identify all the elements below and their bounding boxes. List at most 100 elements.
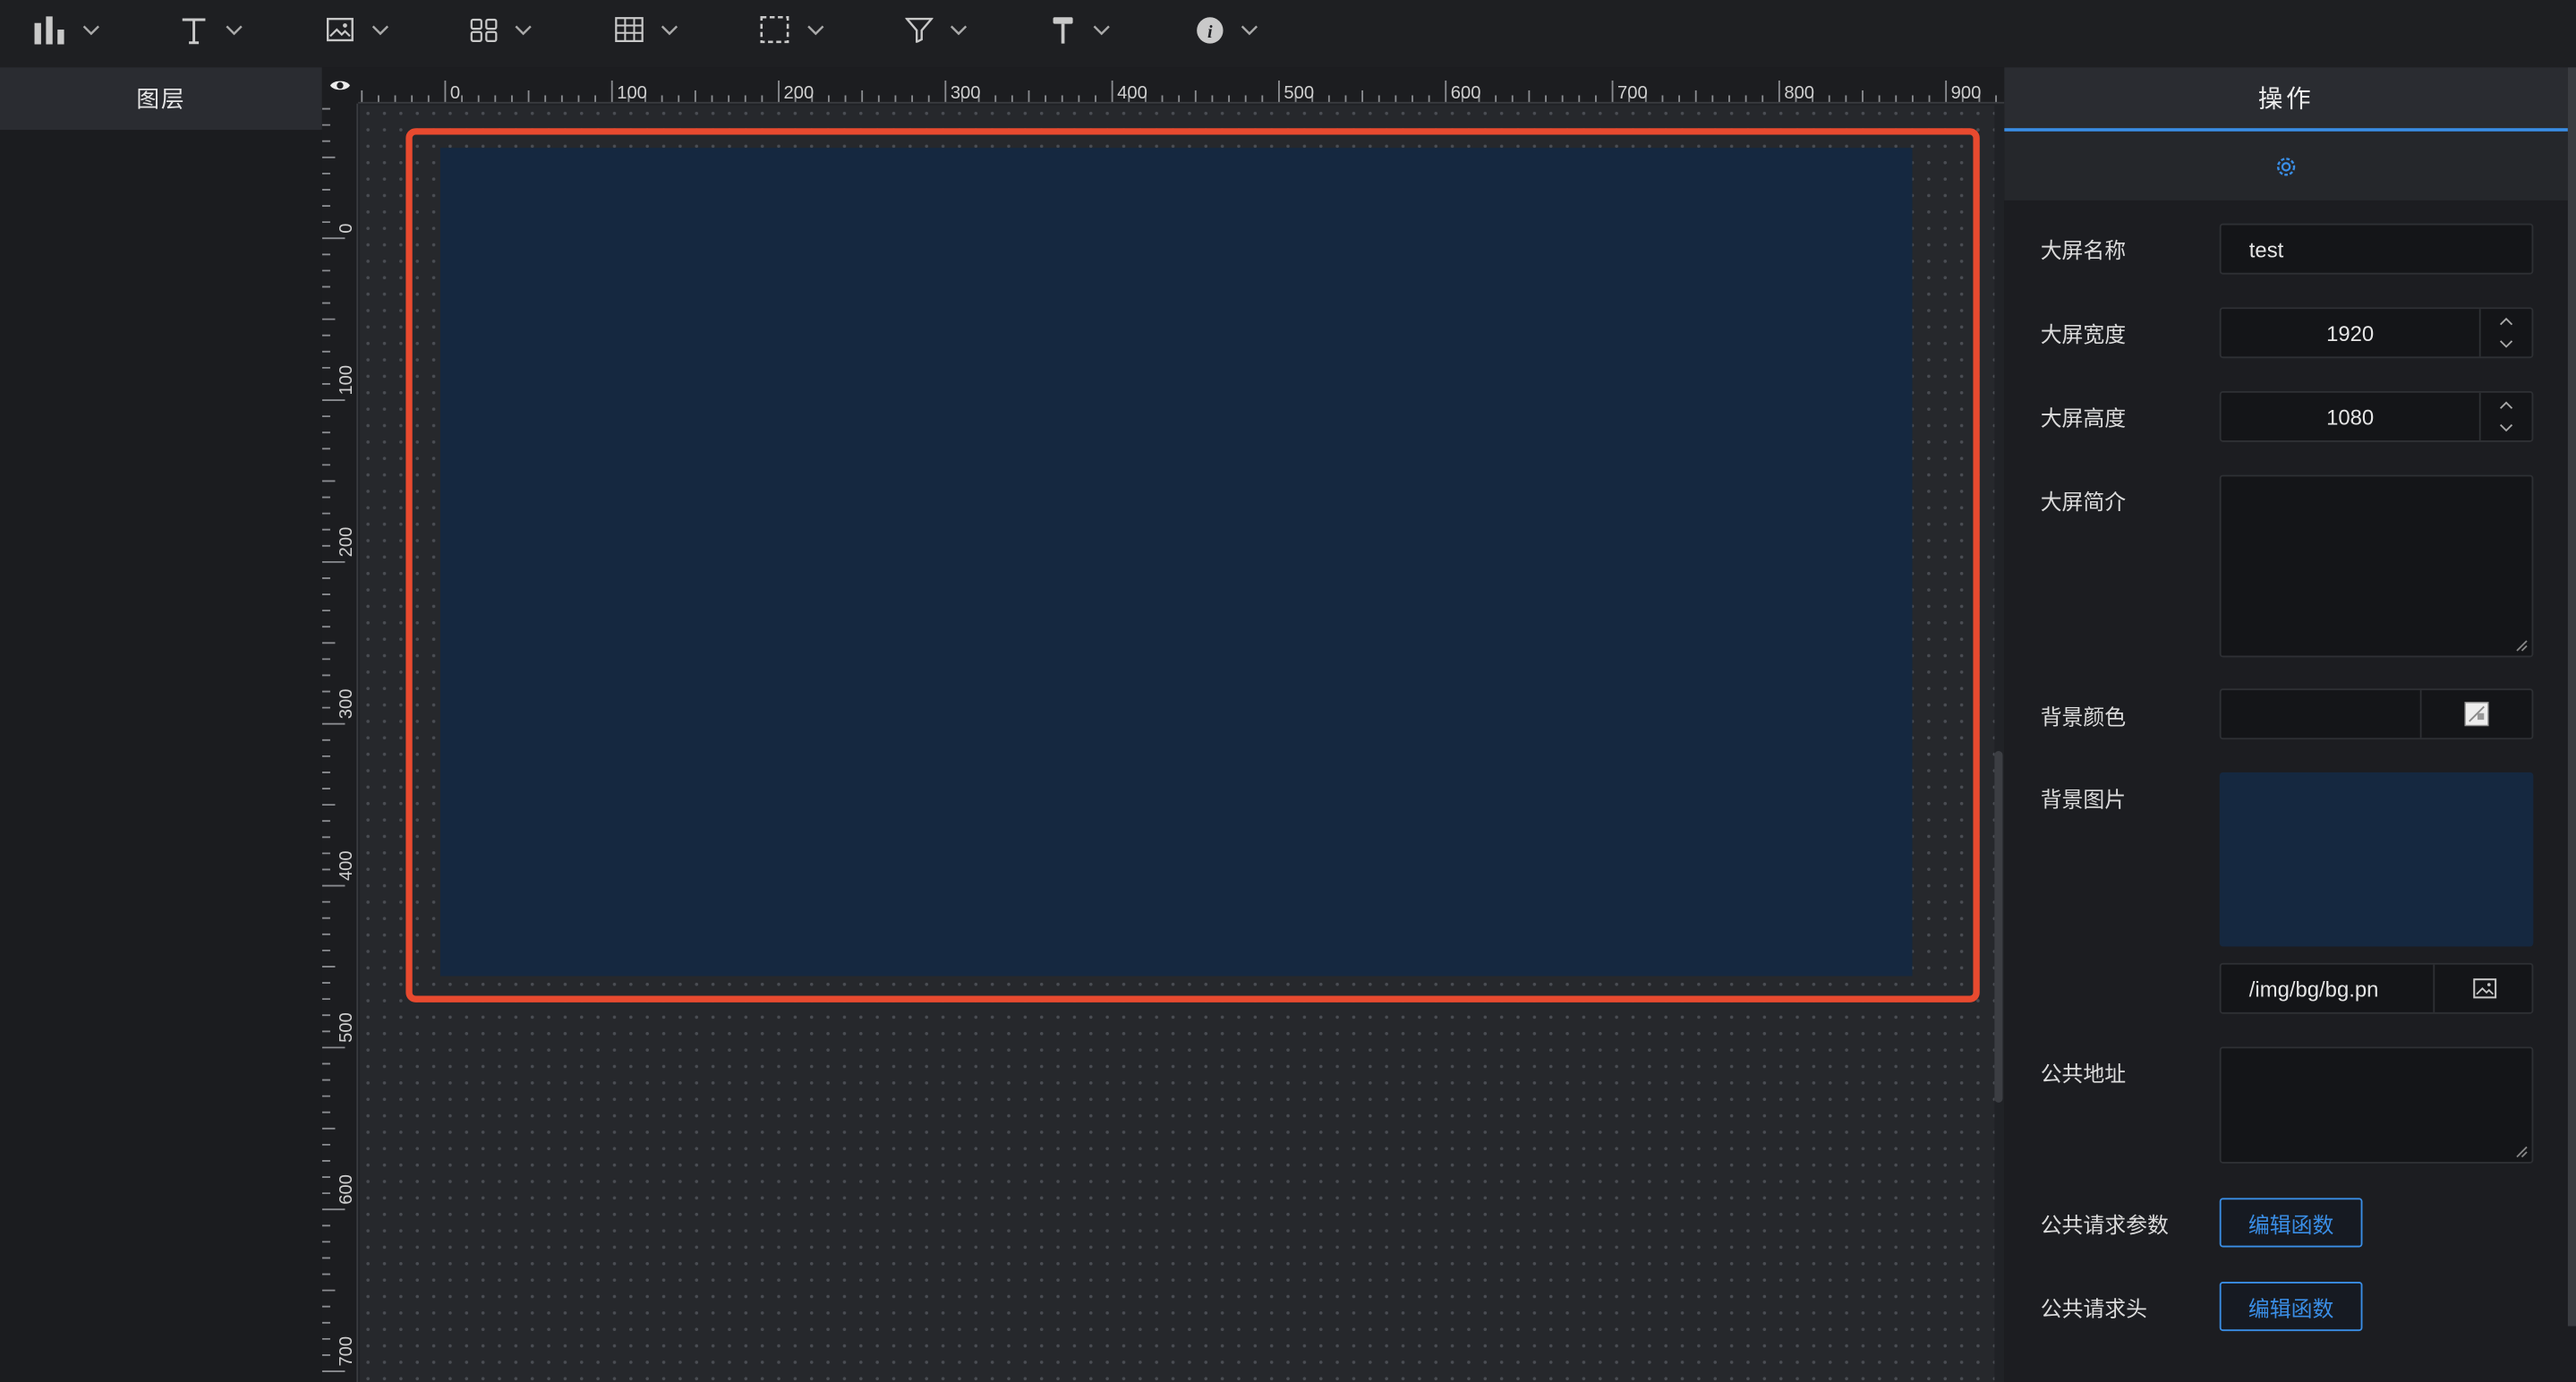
bg-image-label: 背景图片	[2040, 787, 2127, 812]
ruler-label: 500	[337, 1012, 356, 1043]
chevron-down-icon	[2499, 340, 2513, 349]
eye-toggle[interactable]	[321, 67, 359, 104]
text-tool[interactable]	[179, 0, 243, 59]
border-tool[interactable]	[759, 0, 824, 59]
bg-image-path-value: /img/bg/bg.pn	[2248, 976, 2379, 1002]
grid-icon	[470, 18, 498, 42]
screen-selection-frame[interactable]	[405, 128, 1980, 1002]
chevron-down-icon	[1093, 24, 1110, 35]
ruler-label: 400	[1117, 83, 1147, 103]
dashed-box-icon	[760, 15, 789, 44]
operations-panel: 操作 大屏名称 test 大屏宽度 1920 大屏高度 1080 大屏简介 背景…	[2004, 67, 2576, 1382]
table-tool[interactable]	[614, 0, 678, 59]
screen-width-label: 大屏宽度	[2040, 321, 2127, 347]
app-root: i 图层 0 100 200 300 400 500 600 700 800 900 0 100 20…	[0, 0, 2576, 1382]
ruler-label: 900	[1951, 83, 1982, 103]
resize-grip-icon[interactable]	[2515, 1146, 2529, 1159]
widget-tool[interactable]	[470, 0, 533, 59]
chart-tool[interactable]	[33, 0, 100, 59]
canvas-scrollbar[interactable]	[1994, 751, 2003, 1103]
chevron-down-icon	[2499, 424, 2513, 432]
color-picker-button[interactable]	[2464, 702, 2489, 735]
public-url-textarea[interactable]	[2219, 1046, 2534, 1164]
height-increase-button[interactable]	[2481, 393, 2532, 417]
request-params-label: 公共请求参数	[2040, 1212, 2169, 1238]
image-select-button[interactable]	[2472, 977, 2497, 1007]
ruler-label: 400	[337, 850, 356, 881]
ops-scrollbar[interactable]	[2567, 67, 2576, 1327]
ruler-label: 500	[1284, 83, 1314, 103]
text-icon	[182, 18, 206, 45]
chevron-down-icon	[1241, 24, 1258, 35]
request-header-label: 公共请求头	[2040, 1296, 2148, 1322]
horizontal-ruler[interactable]: 0 100 200 300 400 500 600 700 800 900	[358, 67, 2005, 104]
ruler-label: 0	[450, 83, 460, 103]
bg-color-label: 背景颜色	[2040, 704, 2127, 730]
table-icon	[615, 17, 644, 42]
canvas-area: 0 100 200 300 400 500 600 700 800 900 0 100 200 300 4…	[321, 67, 2005, 1382]
ruler-label: 600	[1451, 83, 1481, 103]
width-increase-button[interactable]	[2481, 309, 2532, 333]
screen-height-input[interactable]: 1080	[2219, 390, 2534, 442]
ruler-label: 700	[1617, 83, 1648, 103]
height-decrease-button[interactable]	[2481, 416, 2532, 440]
chevron-down-icon	[515, 24, 532, 35]
chevron-down-icon	[82, 24, 99, 35]
screen-height-value: 1080	[2326, 404, 2375, 430]
public-url-label: 公共地址	[2040, 1061, 2127, 1087]
color-swatch-icon	[2464, 702, 2489, 727]
vertical-ruler[interactable]: 0 100 200 300 400 500 600 700	[321, 103, 359, 1382]
screen-name-value: test	[2248, 236, 2284, 261]
screen-name-input[interactable]: test	[2219, 223, 2534, 275]
width-stepper	[2478, 309, 2532, 357]
screen-intro-textarea[interactable]	[2219, 474, 2534, 658]
height-stepper	[2478, 392, 2532, 441]
ruler-label: 200	[337, 527, 356, 558]
layers-panel-title: 图层	[0, 67, 322, 131]
bg-image-preview[interactable]	[2219, 772, 2534, 947]
chevron-down-icon	[661, 24, 678, 35]
screen-intro-label: 大屏简介	[2040, 490, 2127, 515]
ruler-label: 700	[337, 1336, 356, 1367]
chevron-down-icon	[950, 24, 968, 35]
edit-header-button[interactable]: 编辑函数	[2219, 1282, 2363, 1332]
screen-height-label: 大屏高度	[2040, 405, 2127, 431]
bg-image-path-input[interactable]: /img/bg/bg.pn	[2219, 962, 2534, 1014]
settings-tab[interactable]	[2004, 131, 2568, 200]
filter-tool[interactable]	[905, 0, 968, 59]
chevron-up-icon	[2499, 317, 2513, 325]
screen-name-label: 大屏名称	[2040, 238, 2127, 263]
image-icon	[326, 17, 354, 42]
design-stage[interactable]	[359, 105, 1995, 1382]
svg-text:i: i	[1207, 21, 1213, 41]
width-decrease-button[interactable]	[2481, 333, 2532, 357]
bg-image-divider	[2433, 964, 2435, 1012]
image-tool[interactable]	[325, 0, 389, 59]
bg-color-divider	[2419, 690, 2422, 738]
bg-color-input[interactable]	[2219, 688, 2534, 740]
ruler-label: 300	[951, 83, 981, 103]
top-toolbar: i	[0, 0, 2576, 68]
bar-chart-icon	[34, 16, 64, 45]
resize-grip-icon[interactable]	[2515, 639, 2529, 653]
ruler-label: 600	[337, 1174, 356, 1205]
edit-params-button[interactable]: 编辑函数	[2219, 1198, 2363, 1248]
chevron-up-icon	[2499, 401, 2513, 409]
layers-panel: 图层	[0, 67, 322, 1382]
decoration-tool[interactable]	[1050, 0, 1111, 59]
screen-canvas[interactable]	[439, 148, 1913, 977]
ops-tab[interactable]: 操作	[2004, 67, 2568, 132]
ruler-label: 0	[337, 223, 356, 233]
ruler-label: 800	[1784, 83, 1814, 103]
ruler-label: 200	[784, 83, 815, 103]
ruler-label: 100	[617, 83, 647, 103]
chevron-down-icon	[371, 24, 389, 35]
info-icon: i	[1197, 16, 1224, 43]
screen-width-input[interactable]: 1920	[2219, 307, 2534, 359]
ruler-label: 100	[337, 365, 356, 396]
screen-width-value: 1920	[2326, 320, 2375, 346]
chevron-down-icon	[226, 24, 243, 35]
ruler-label: 300	[337, 689, 356, 720]
info-tool[interactable]: i	[1196, 0, 1258, 59]
chevron-down-icon	[807, 24, 824, 35]
